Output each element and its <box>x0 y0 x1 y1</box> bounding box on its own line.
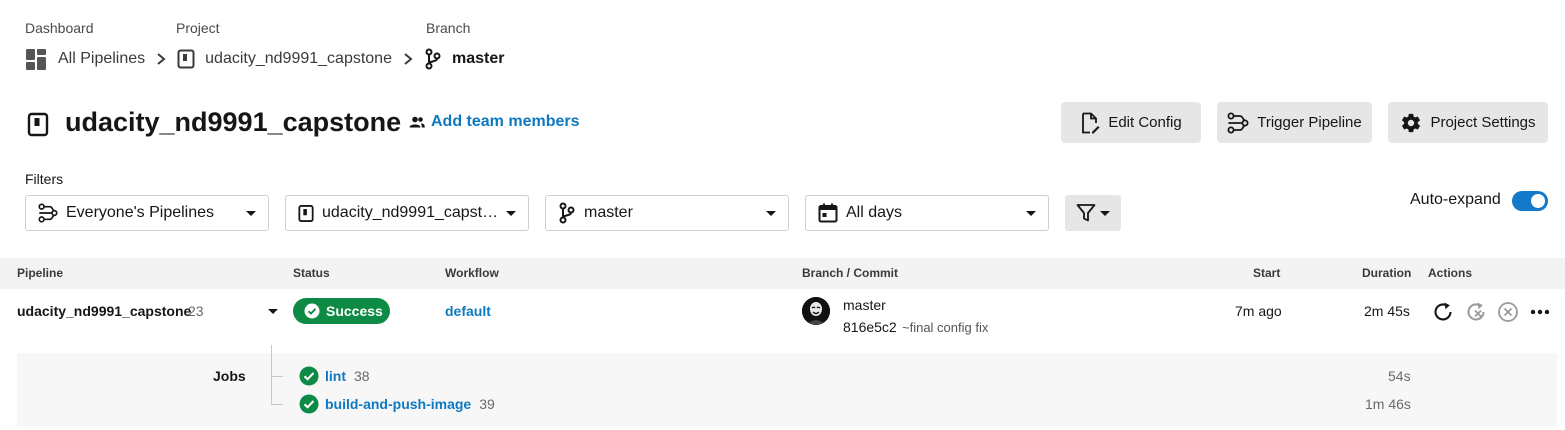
filters-label: Filters <box>25 171 64 187</box>
days-filter-value: All days <box>846 204 903 221</box>
column-header-workflow: Workflow <box>445 266 499 280</box>
breadcrumb: All Pipelines udacity_nd9991_capstone ma… <box>25 47 504 71</box>
rerun-icon[interactable] <box>1432 301 1454 323</box>
expand-row-icon[interactable] <box>268 309 278 314</box>
auto-expand-label: Auto-expand <box>1410 191 1501 208</box>
status-badge[interactable]: Success <box>293 298 390 324</box>
breadcrumb-caption-project: Project <box>176 20 220 36</box>
job-name-link[interactable]: lint <box>325 368 346 384</box>
chevron-down-icon <box>766 210 776 216</box>
auto-expand-toggle[interactable] <box>1512 191 1548 211</box>
branch-icon <box>558 202 576 224</box>
branch-icon <box>424 48 442 70</box>
add-team-members-link[interactable]: Add team members <box>409 113 580 131</box>
edit-config-button[interactable]: Edit Config <box>1061 102 1201 143</box>
dashboard-icon <box>25 48 48 71</box>
column-header-status: Status <box>293 266 330 280</box>
more-filters-button[interactable] <box>1065 195 1121 231</box>
column-header-start: Start <box>1253 266 1281 280</box>
trigger-pipeline-label: Trigger Pipeline <box>1257 114 1362 131</box>
calendar-icon <box>818 203 838 223</box>
job-item: lint 38 <box>299 366 370 386</box>
commit-branch[interactable]: master <box>843 297 886 313</box>
commit-hash[interactable]: 816e5c2 <box>843 319 897 335</box>
job-duration: 1m 46s <box>1365 396 1411 412</box>
filter-icon <box>1076 203 1096 223</box>
add-team-members-label: Add team members <box>431 113 580 130</box>
project-icon <box>298 204 314 223</box>
tree-branch <box>271 376 283 377</box>
project-settings-button[interactable]: Project Settings <box>1388 102 1548 143</box>
rerun-failed-icon[interactable] <box>1465 301 1487 323</box>
project-icon <box>27 112 49 137</box>
tree-branch <box>271 404 283 405</box>
pipelines-filter-value: Everyone's Pipelines <box>66 204 215 221</box>
job-duration: 54s <box>1388 368 1411 384</box>
commit-message: ~final config fix <box>902 320 989 335</box>
branch-filter-dropdown[interactable]: master <box>545 195 789 231</box>
page-title: udacity_nd9991_capstone <box>65 107 402 137</box>
gear-icon <box>1400 112 1422 134</box>
chevron-down-icon <box>246 210 256 216</box>
breadcrumb-dashboard-link[interactable]: All Pipelines <box>58 50 145 68</box>
breadcrumb-caption-branch: Branch <box>426 20 471 36</box>
trigger-icon <box>1227 112 1249 134</box>
breadcrumb-caption-dashboard: Dashboard <box>25 20 94 36</box>
tree-line <box>271 345 283 405</box>
project-filter-value: udacity_nd9991_capst… <box>322 204 498 221</box>
cancel-icon[interactable] <box>1497 301 1519 323</box>
pipelines-filter-dropdown[interactable]: Everyone's Pipelines <box>25 195 269 231</box>
pipeline-start: 7m ago <box>1235 303 1282 319</box>
branch-filter-value: master <box>584 204 633 221</box>
check-icon <box>299 394 319 414</box>
chevron-right-icon <box>402 52 414 66</box>
edit-config-icon <box>1080 112 1100 134</box>
chevron-right-icon <box>155 52 167 66</box>
table-header <box>0 258 1565 289</box>
job-number: 38 <box>354 368 370 384</box>
jobs-panel <box>17 353 1557 427</box>
job-number: 39 <box>479 396 495 412</box>
chevron-down-icon <box>1026 210 1036 216</box>
column-header-pipeline: Pipeline <box>17 266 64 280</box>
pipelines-icon <box>38 203 58 223</box>
project-filter-dropdown[interactable]: udacity_nd9991_capst… <box>285 195 529 231</box>
avatar <box>802 297 830 325</box>
column-header-actions: Actions <box>1428 266 1473 280</box>
project-settings-label: Project Settings <box>1430 114 1536 131</box>
column-header-branch-commit: Branch / Commit <box>802 266 899 280</box>
check-icon <box>304 303 320 319</box>
days-filter-dropdown[interactable]: All days <box>805 195 1049 231</box>
more-icon[interactable] <box>1530 309 1550 315</box>
workflow-link[interactable]: default <box>445 303 491 319</box>
check-icon <box>299 366 319 386</box>
job-name-link[interactable]: build-and-push-image <box>325 396 471 412</box>
pipeline-number: 23 <box>188 303 204 319</box>
pipeline-name[interactable]: udacity_nd9991_capstone <box>17 303 191 319</box>
chevron-down-icon <box>506 210 516 216</box>
edit-config-label: Edit Config <box>1108 114 1182 131</box>
project-icon <box>177 49 195 69</box>
column-header-duration: Duration <box>1362 266 1412 280</box>
trigger-pipeline-button[interactable]: Trigger Pipeline <box>1217 102 1372 143</box>
team-icon <box>409 116 425 128</box>
chevron-down-icon <box>1100 210 1110 216</box>
breadcrumb-branch-link[interactable]: master <box>452 50 504 68</box>
status-label: Success <box>326 303 383 319</box>
job-item: build-and-push-image 39 <box>299 394 495 414</box>
breadcrumb-project-link[interactable]: udacity_nd9991_capstone <box>205 50 392 68</box>
jobs-label: Jobs <box>213 368 246 384</box>
toggle-knob <box>1531 194 1545 208</box>
pipeline-duration: 2m 45s <box>1364 303 1410 319</box>
